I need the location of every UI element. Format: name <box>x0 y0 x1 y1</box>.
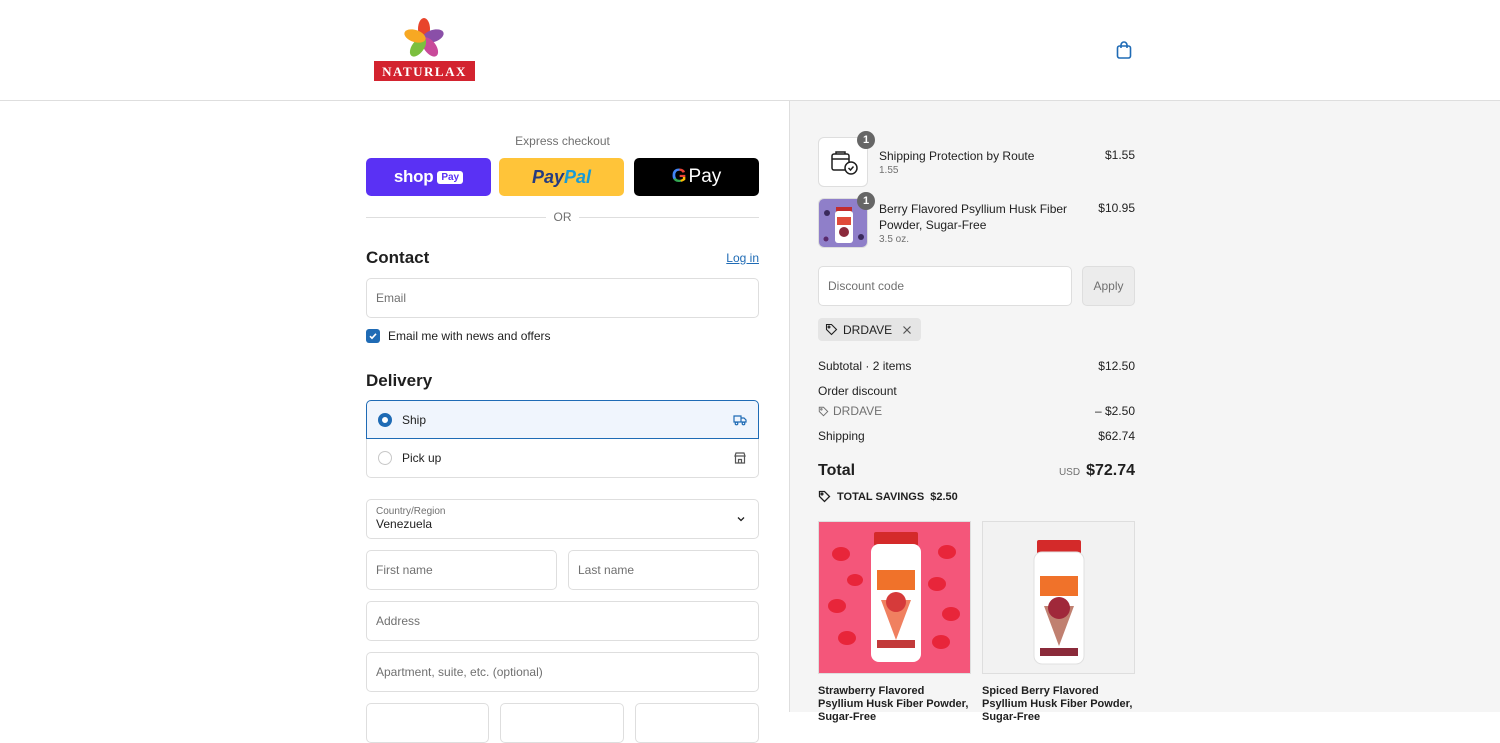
state-field[interactable] <box>500 703 624 743</box>
applied-code-text: DRDAVE <box>843 322 893 337</box>
order-discount-row: Order discount <box>818 384 1135 398</box>
tag-icon <box>818 406 829 416</box>
product-jar-image <box>828 532 960 662</box>
total-label: Total <box>818 462 856 479</box>
newsletter-row[interactable]: Email me with news and offers <box>366 329 551 343</box>
item-variant: 3.5 oz. <box>879 234 910 245</box>
tag-icon <box>818 490 831 503</box>
shipping-label: Shipping <box>818 429 865 443</box>
product-jar-image <box>1033 540 1085 665</box>
discount-code-label: DRDAVE <box>833 404 883 418</box>
tag-icon <box>825 323 838 336</box>
product-name[interactable]: Spiced Berry Flavored Psyllium Husk Fibe… <box>982 685 1135 724</box>
paypal-button[interactable]: PayPal <box>499 158 624 196</box>
discount-value: – $2.50 <box>1094 404 1135 418</box>
address-input[interactable] <box>367 602 758 640</box>
spiced-berry-product-image[interactable] <box>982 521 1135 674</box>
discount-code-row: DRDAVE – $2.50 <box>818 404 1135 418</box>
first-name-input[interactable] <box>367 551 556 589</box>
product-name[interactable]: Strawberry Flavored Psyllium Husk Fiber … <box>818 685 971 724</box>
item-price: $10.95 <box>1098 201 1135 215</box>
item-price: $1.55 <box>1104 148 1135 162</box>
discount-code-field[interactable] <box>818 266 1072 306</box>
delivery-option-pickup[interactable]: Pick up <box>366 439 759 478</box>
subtotal-label: Subtotal · 2 items <box>818 359 912 373</box>
newsletter-checkbox[interactable] <box>366 329 380 343</box>
apply-button[interactable]: Apply <box>1082 266 1135 306</box>
login-link[interactable]: Log in <box>726 251 759 265</box>
first-name-field[interactable] <box>366 550 557 590</box>
ship-radio[interactable] <box>378 412 392 427</box>
truck-icon <box>733 415 747 426</box>
header: NATURLAX <box>0 0 1500 101</box>
quantity-badge: 1 <box>857 192 875 210</box>
last-name-field[interactable] <box>568 550 759 590</box>
delivery-heading: Delivery <box>366 371 433 390</box>
shipping-value: $62.74 <box>1098 429 1135 443</box>
total-savings: TOTAL SAVINGS $2.50 <box>818 490 958 503</box>
total-value: $72.74 <box>1086 462 1135 479</box>
remove-discount-icon[interactable] <box>901 324 913 336</box>
ship-label: Ship <box>402 412 427 427</box>
address-field[interactable] <box>366 601 759 641</box>
express-checkout-title: Express checkout <box>515 134 610 148</box>
discount-code-input[interactable] <box>819 267 1071 305</box>
naturlax-logo[interactable]: NATURLAX <box>372 17 482 85</box>
last-name-input[interactable] <box>569 551 758 589</box>
country-label: Country/Region <box>376 506 446 517</box>
cart-bag-icon[interactable] <box>1114 40 1134 60</box>
country-value: Venezuela <box>376 517 433 531</box>
shipping-row: Shipping $62.74 <box>818 429 1135 443</box>
newsletter-label: Email me with news and offers <box>388 329 551 343</box>
store-icon <box>734 452 746 464</box>
apartment-input[interactable] <box>367 653 758 691</box>
country-select[interactable]: Country/Region Venezuela <box>366 499 759 539</box>
savings-value: $2.50 <box>930 490 958 503</box>
city-field[interactable] <box>366 703 489 743</box>
delivery-option-ship[interactable]: Ship <box>366 400 759 439</box>
subtotal-value: $12.50 <box>1098 359 1135 373</box>
item-variant: 1.55 <box>879 165 899 176</box>
google-pay-button[interactable]: G Pay <box>634 158 759 196</box>
svg-text:NATURLAX: NATURLAX <box>382 64 467 79</box>
total-row: Total USD $72.74 <box>818 462 1135 480</box>
strawberry-product-image[interactable] <box>818 521 971 674</box>
applied-discount-tag: DRDAVE <box>818 318 922 341</box>
pickup-radio[interactable] <box>378 451 392 465</box>
pickup-label: Pick up <box>402 451 442 465</box>
currency-code: USD <box>1058 467 1081 478</box>
check-icon <box>369 333 377 340</box>
recommended-product[interactable]: Strawberry Flavored Psyllium Husk Fiber … <box>818 521 971 724</box>
chevron-down-icon <box>737 517 745 522</box>
subtotal-row: Subtotal · 2 items $12.50 <box>818 359 1135 373</box>
item-name: Shipping Protection by Route <box>879 149 1035 163</box>
apartment-field[interactable] <box>366 652 759 692</box>
quantity-badge: 1 <box>857 131 875 149</box>
google-g-icon: G <box>671 166 687 187</box>
recommended-product[interactable]: Spiced Berry Flavored Psyllium Husk Fibe… <box>982 521 1135 724</box>
savings-label: TOTAL SAVINGS <box>837 490 925 503</box>
item-name: Berry Flavored Psyllium Husk Fiber Powde… <box>879 202 1068 232</box>
email-input[interactable] <box>367 279 758 317</box>
or-label: OR <box>546 210 579 224</box>
email-field[interactable] <box>366 278 759 318</box>
order-discount-label: Order discount <box>818 384 897 398</box>
postal-code-field[interactable] <box>635 703 759 743</box>
shop-pay-button[interactable]: shop Pay <box>366 158 491 196</box>
contact-heading: Contact <box>366 248 430 267</box>
